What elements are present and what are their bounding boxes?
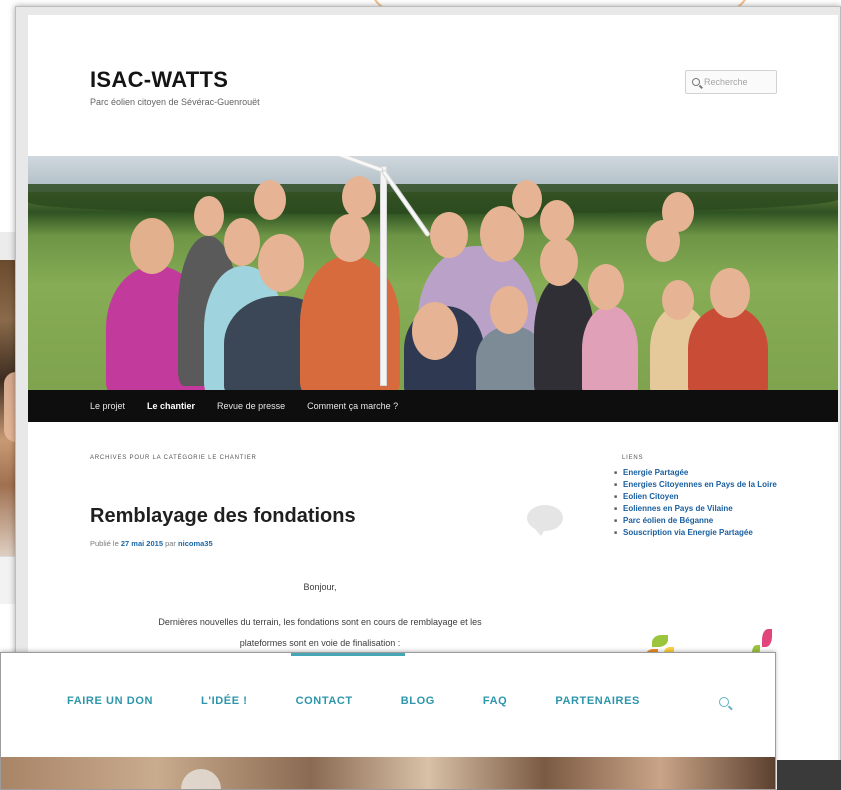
nav-item-blog[interactable]: BLOG bbox=[401, 695, 435, 707]
person-head bbox=[194, 196, 224, 236]
post-meta-prefix: Publié le bbox=[90, 539, 119, 548]
nav-item-idee[interactable]: L'IDÉE ! bbox=[201, 695, 248, 707]
link-energies-citoyennes[interactable]: Energies Citoyennes en Pays de la Loire bbox=[623, 480, 777, 489]
front-window: FAIRE UN DON L'IDÉE ! CONTACT BLOG FAQ P… bbox=[0, 652, 776, 790]
post-body: Bonjour, Dernières nouvelles du terrain,… bbox=[90, 577, 550, 654]
person-head bbox=[662, 192, 694, 232]
post-paragraph-line: Dernières nouvelles du terrain, les fond… bbox=[158, 617, 482, 627]
front-navigation: FAIRE UN DON L'IDÉE ! CONTACT BLOG FAQ P… bbox=[67, 695, 640, 707]
nav-item-comment-ca-marche[interactable]: Comment ça marche ? bbox=[307, 401, 398, 411]
nav-item-faq[interactable]: FAQ bbox=[483, 695, 507, 707]
person-head bbox=[710, 268, 750, 318]
active-tab-indicator bbox=[291, 653, 405, 656]
front-header-photo bbox=[1, 757, 775, 789]
list-item: Eolien Citoyen bbox=[614, 491, 800, 503]
search-box[interactable] bbox=[685, 70, 777, 94]
person-figure bbox=[688, 306, 768, 390]
post-author-link[interactable]: nicoma35 bbox=[178, 539, 213, 548]
site-title[interactable]: ISAC-WATTS bbox=[90, 67, 228, 93]
person-head bbox=[258, 234, 304, 292]
person-head bbox=[224, 218, 260, 266]
post-greeting: Bonjour, bbox=[303, 582, 337, 592]
links-list: Energie Partagée Energies Citoyennes en … bbox=[614, 467, 800, 539]
post-title[interactable]: Remblayage des fondations bbox=[90, 505, 356, 528]
person-head bbox=[588, 264, 624, 310]
post-meta-by: par bbox=[165, 539, 176, 548]
link-energie-partagee[interactable]: Energie Partagée bbox=[623, 468, 688, 477]
person-head bbox=[512, 180, 542, 218]
person-head bbox=[662, 280, 694, 320]
list-item: Energie Partagée bbox=[614, 467, 800, 479]
person-head bbox=[130, 218, 174, 274]
desktop-background bbox=[777, 760, 841, 790]
sidebar-title: LIENS bbox=[622, 455, 644, 461]
nav-item-revue-de-presse[interactable]: Revue de presse bbox=[217, 401, 285, 411]
search-input[interactable] bbox=[704, 77, 774, 87]
list-item: Energies Citoyennes en Pays de la Loire bbox=[614, 479, 800, 491]
post-paragraph-line: plateformes sont en voie de finalisation… bbox=[239, 638, 401, 648]
photo-detail bbox=[181, 769, 221, 789]
person-head bbox=[490, 286, 528, 334]
link-souscription[interactable]: Souscription via Energie Partagée bbox=[623, 528, 753, 537]
link-parc-eolien-beganne[interactable]: Parc éolien de Béganne bbox=[623, 516, 713, 525]
nav-item-contact[interactable]: CONTACT bbox=[296, 695, 353, 707]
list-item: Souscription via Energie Partagée bbox=[614, 527, 800, 539]
person-head bbox=[540, 200, 574, 242]
nav-item-le-chantier[interactable]: Le chantier bbox=[147, 401, 195, 411]
photo-treeline bbox=[28, 184, 838, 214]
main-navigation: Le projet Le chantier Revue de presse Co… bbox=[28, 390, 838, 422]
person-head bbox=[540, 238, 578, 286]
person-figure bbox=[582, 306, 638, 390]
link-eoliennes-pays-vilaine[interactable]: Eoliennes en Pays de Vilaine bbox=[623, 504, 733, 513]
logo-leaf bbox=[762, 629, 772, 647]
search-icon[interactable] bbox=[719, 697, 729, 707]
site-description: Parc éolien citoyen de Sévérac-Guenrouët bbox=[90, 97, 260, 107]
person-head bbox=[430, 212, 468, 258]
header-photo bbox=[28, 156, 838, 390]
person-head bbox=[412, 302, 458, 360]
list-item: Parc éolien de Béganne bbox=[614, 515, 800, 527]
person-head bbox=[330, 214, 370, 262]
list-item: Eoliennes en Pays de Vilaine bbox=[614, 503, 800, 515]
person-head bbox=[254, 180, 286, 220]
nav-item-partenaires[interactable]: PARTENAIRES bbox=[555, 695, 640, 707]
post-date-link[interactable]: 27 mai 2015 bbox=[121, 539, 163, 548]
search-icon bbox=[692, 78, 700, 86]
person-head bbox=[342, 176, 376, 218]
nav-item-le-projet[interactable]: Le projet bbox=[90, 401, 125, 411]
wind-turbine-model bbox=[380, 166, 387, 386]
link-eolien-citoyen[interactable]: Eolien Citoyen bbox=[623, 492, 679, 501]
post-meta: Publié le 27 mai 2015 par nicoma35 bbox=[90, 539, 213, 548]
archive-heading: ARCHIVES POUR LA CATÉGORIE LE CHANTIER bbox=[90, 455, 257, 461]
comment-bubble-icon[interactable] bbox=[527, 505, 563, 536]
nav-item-faire-un-don[interactable]: FAIRE UN DON bbox=[67, 695, 153, 707]
logo-leaf bbox=[652, 635, 668, 647]
